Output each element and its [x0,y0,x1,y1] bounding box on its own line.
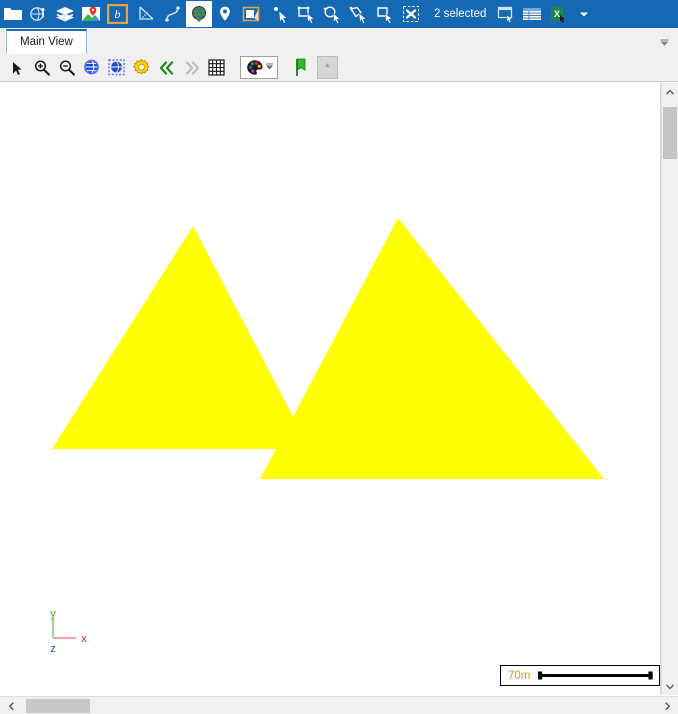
open-folder-icon[interactable] [0,1,26,27]
scale-bar-graphic [538,671,653,680]
attribute-table-icon[interactable] [519,1,545,27]
window-panel-icon[interactable] [493,1,519,27]
zoom-full-extent-tool[interactable] [79,56,104,80]
globe-palette-icon[interactable] [26,1,52,27]
tab-main-view[interactable]: Main View [6,29,87,54]
select-rectangle-icon[interactable] [294,1,320,27]
scale-bar-label: 70m [508,669,531,682]
view-toolbar: * [0,54,678,82]
tab-main-view-label: Main View [20,36,73,48]
scale-bar: 70m [500,665,660,686]
triangle-left[interactable] [52,226,310,449]
vertical-scrollbar[interactable] [661,83,678,695]
globe-3d-icon[interactable] [186,1,212,27]
triangle-right[interactable] [260,218,604,479]
svg-text:b: b [114,7,120,21]
asterisk-label: * [325,61,330,74]
grid-toggle-tool[interactable] [204,56,229,80]
tab-strip: Main View [0,28,678,55]
vertical-scrollbar-thumb[interactable] [663,107,677,159]
export-excel-icon[interactable]: X [545,1,571,27]
palette-tool[interactable] [240,56,278,79]
selection-status: 2 selected [434,8,487,20]
pointer-tool[interactable] [4,56,29,80]
asterisk-tool[interactable]: * [317,56,338,79]
bookmark-flag-tool[interactable] [289,56,314,80]
curve-tool-icon[interactable] [160,1,186,27]
select-point-icon[interactable] [268,1,294,27]
app-toolbar: b 2 selected X [0,0,678,28]
horizontal-scrollbar-thumb[interactable] [26,699,90,713]
axis-label-z: z [50,643,56,655]
svg-text:X: X [554,9,560,19]
next-view-tool[interactable] [179,56,204,80]
note-map-icon[interactable] [238,1,264,27]
clear-selection-icon[interactable] [398,1,424,27]
map-canvas[interactable] [0,83,661,695]
zoom-in-tool[interactable] [29,56,54,80]
overflow-chevron-icon[interactable] [571,1,597,27]
axis-label-x: x [81,633,87,645]
axis-indicator: y x z [44,608,104,668]
location-pin-icon[interactable] [212,1,238,27]
select-polygon-icon[interactable] [346,1,372,27]
axis-label-y: y [50,608,56,620]
chevron-right-icon[interactable] [659,697,676,714]
zoom-out-tool[interactable] [54,56,79,80]
chevron-down-icon[interactable] [658,37,670,49]
map-marker-icon[interactable] [78,1,104,27]
view-settings-tool[interactable] [129,56,154,80]
horizontal-scrollbar[interactable] [0,696,678,714]
zoom-selection-tool[interactable] [104,56,129,80]
select-circle-icon[interactable] [320,1,346,27]
chevron-up-icon[interactable] [662,83,678,100]
select-box-icon[interactable] [372,1,398,27]
chevron-down-icon [265,63,273,70]
shapes-layer [52,218,604,479]
previous-view-tool[interactable] [154,56,179,80]
basemap-b-icon[interactable]: b [104,1,130,27]
chevron-left-icon[interactable] [2,697,19,714]
chevron-down-icon[interactable] [662,678,678,695]
layers-icon[interactable] [52,1,78,27]
measure-ruler-icon[interactable] [134,1,160,27]
